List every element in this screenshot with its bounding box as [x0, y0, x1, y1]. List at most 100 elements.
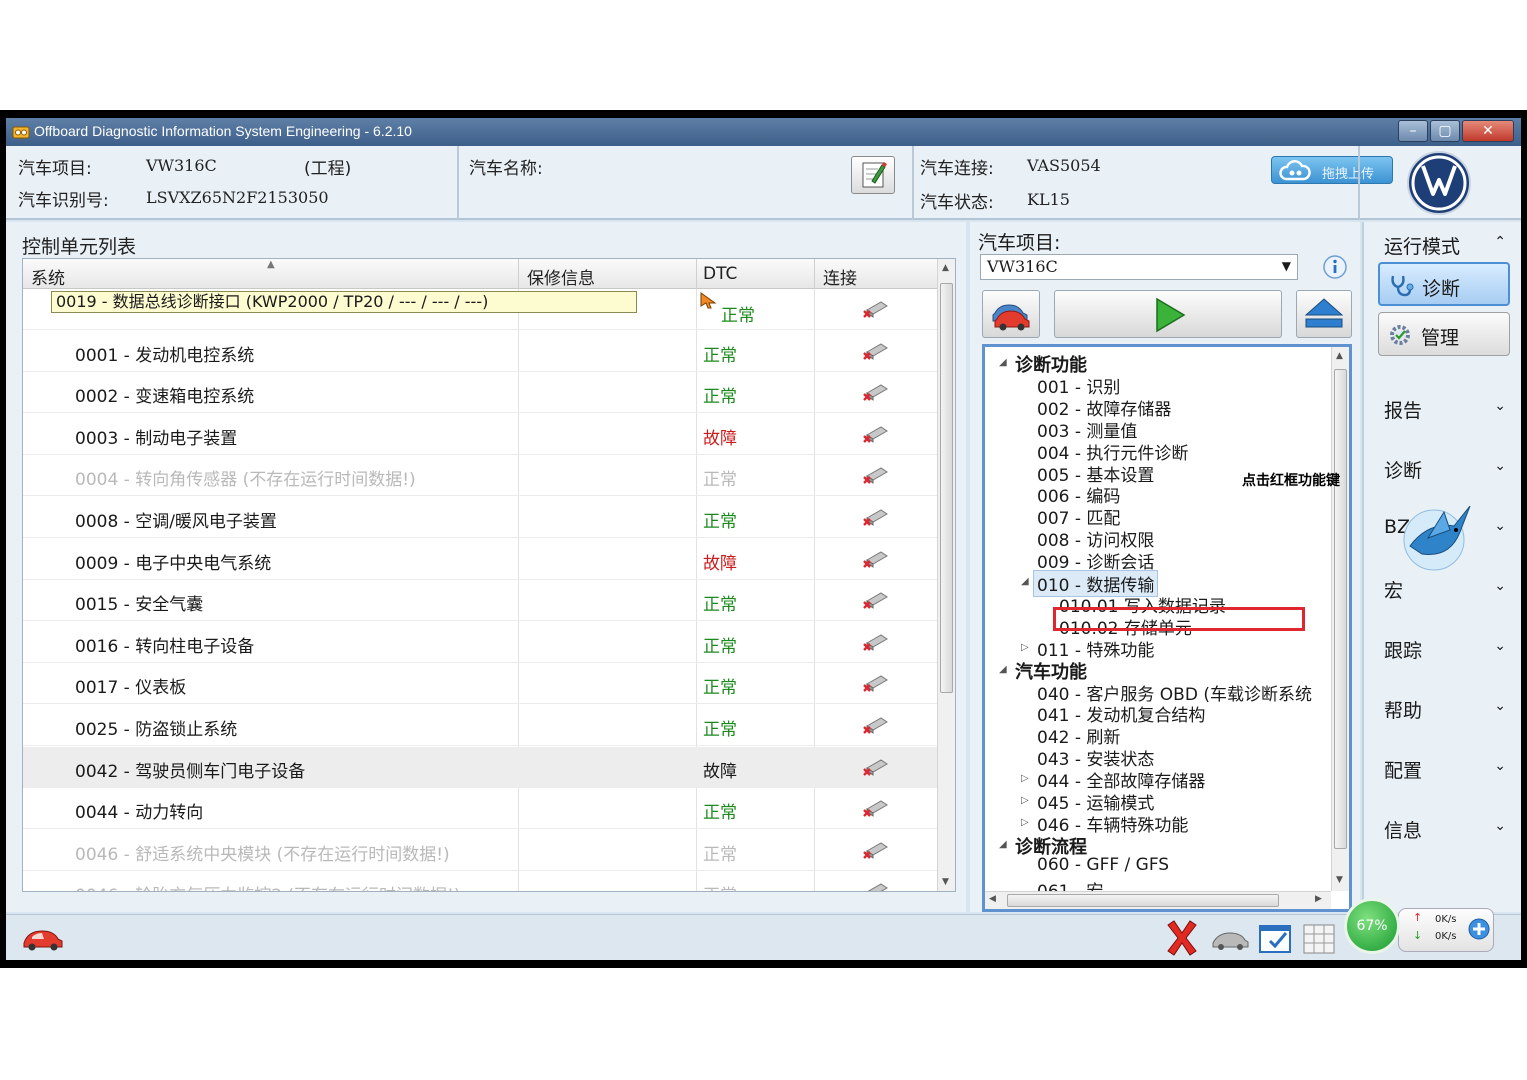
- connection-status-icon[interactable]: [861, 464, 889, 486]
- sidebar-section-label: 报告: [1384, 400, 1423, 422]
- system-name: 0003 - 制动电子装置: [75, 429, 238, 449]
- table-row[interactable]: 0046 - 轮胎充气压力监控2 (不存在运行时间数据!) 正常: [23, 871, 937, 892]
- gear-check-icon: [1390, 325, 1410, 345]
- scroll-down-icon[interactable]: ▼: [1336, 875, 1343, 885]
- system-name: 0046 - 舒适系统中央模块 (不存在运行时间数据!): [75, 845, 450, 865]
- connection-status-icon[interactable]: [861, 298, 889, 320]
- connection-status-icon[interactable]: [861, 423, 889, 445]
- sidebar-section[interactable]: 帮助 ⌄: [1372, 692, 1514, 724]
- chevron-down-icon: ⌄: [1494, 518, 1506, 534]
- connection-status-icon[interactable]: [861, 381, 889, 403]
- scroll-left-icon[interactable]: ◀: [989, 894, 996, 904]
- grid-icon[interactable]: [1302, 923, 1336, 955]
- column-system[interactable]: 系统: [31, 264, 65, 289]
- scrollbar-thumb[interactable]: [940, 283, 953, 693]
- scroll-down-icon[interactable]: ▼: [942, 877, 949, 887]
- connection-status-icon[interactable]: [861, 756, 889, 778]
- highlight-box: [1053, 607, 1305, 631]
- window-check-icon[interactable]: [1258, 923, 1294, 955]
- tree-vertical-scrollbar[interactable]: ▲ ▼: [1331, 347, 1349, 891]
- connection-status-icon[interactable]: [861, 714, 889, 736]
- chevron-up-icon: ⌃: [1494, 234, 1506, 250]
- scrollbar-thumb[interactable]: [1007, 894, 1279, 907]
- close-button[interactable]: ✕: [1462, 120, 1514, 142]
- scroll-up-icon[interactable]: ▲: [942, 263, 949, 273]
- vehicle-icon[interactable]: [20, 923, 64, 953]
- scroll-right-icon[interactable]: ▶: [1315, 894, 1322, 904]
- table-row[interactable]: 0016 - 转向柱电子设备 正常: [23, 622, 937, 663]
- info-icon[interactable]: [1322, 254, 1348, 280]
- expand-arrow-icon[interactable]: ◢: [999, 839, 1007, 850]
- connection-status-icon[interactable]: [861, 506, 889, 528]
- scroll-up-icon[interactable]: ▲: [1336, 351, 1343, 361]
- table-row[interactable]: 0042 - 驾驶员侧车门电子设备 故障: [23, 747, 937, 788]
- run-mode-header[interactable]: 运行模式 ⌃: [1372, 228, 1514, 260]
- vehicle-select-button[interactable]: [982, 290, 1040, 338]
- scrollbar-thumb[interactable]: [1334, 369, 1347, 849]
- chevron-down-icon: ⌄: [1494, 638, 1506, 654]
- table-row[interactable]: 0008 - 空调/暖风电子装置 正常: [23, 497, 937, 538]
- table-row[interactable]: 0025 - 防盗锁止系统 正常: [23, 705, 937, 746]
- eject-button[interactable]: [1296, 290, 1352, 338]
- column-connection[interactable]: 连接: [823, 264, 857, 289]
- instruction-annotation: 点击红框功能键: [1242, 473, 1340, 489]
- connection-status-icon[interactable]: [861, 672, 889, 694]
- connection-status-icon[interactable]: [861, 797, 889, 819]
- sidebar-section[interactable]: 报告 ⌄: [1372, 392, 1514, 424]
- vehicle-project-select[interactable]: VW316C ▼: [980, 254, 1298, 280]
- edit-name-button[interactable]: [851, 156, 895, 194]
- chevron-down-icon: ⌄: [1494, 398, 1506, 414]
- collapse-arrow-icon[interactable]: ▷: [1021, 795, 1029, 806]
- table-row[interactable]: 0046 - 舒适系统中央模块 (不存在运行时间数据!) 正常: [23, 830, 937, 871]
- expand-arrow-icon[interactable]: ◢: [1021, 576, 1029, 587]
- column-warranty[interactable]: 保修信息: [527, 264, 595, 289]
- collapse-arrow-icon[interactable]: ▷: [1021, 642, 1029, 653]
- play-icon: [1156, 297, 1186, 333]
- table-row[interactable]: 0009 - 电子中央电气系统 故障: [23, 539, 937, 580]
- table-vertical-scrollbar[interactable]: ▲ ▼: [937, 259, 955, 891]
- disconnect-x-icon[interactable]: [1164, 919, 1200, 957]
- table-row[interactable]: 0003 - 制动电子装置 故障: [23, 414, 937, 455]
- vin-label: 汽车识别号:: [18, 191, 109, 211]
- diagnose-mode-button[interactable]: 诊断: [1378, 262, 1510, 306]
- table-row[interactable]: 0004 - 转向角传感器 (不存在运行时间数据!) 正常: [23, 455, 937, 496]
- system-name: 0017 - 仪表板: [75, 678, 187, 698]
- expand-arrow-icon[interactable]: ◢: [999, 664, 1007, 675]
- maximize-button[interactable]: ▢: [1430, 120, 1460, 142]
- connection-status-icon[interactable]: [861, 589, 889, 611]
- sidebar-section[interactable]: 跟踪 ⌄: [1372, 632, 1514, 664]
- sidebar-section[interactable]: 配置 ⌄: [1372, 752, 1514, 784]
- tree-item[interactable]: 060 - GFF / GFS: [1037, 855, 1169, 875]
- network-rate-box: ↑ 0K/s ↓ 0K/s: [1398, 908, 1494, 952]
- admin-mode-button[interactable]: 管理: [1378, 312, 1510, 356]
- connection-status-icon[interactable]: [861, 340, 889, 362]
- assistant-bird-icon[interactable]: [1398, 500, 1478, 574]
- connection-label: 汽车连接:: [920, 159, 994, 179]
- sidebar-section[interactable]: 宏 ⌄: [1372, 572, 1514, 604]
- table-row[interactable]: 0015 - 安全气囊 正常: [23, 580, 937, 621]
- table-row[interactable]: 0017 - 仪表板 正常: [23, 663, 937, 704]
- drag-upload-button[interactable]: 拖拽上传: [1271, 156, 1393, 184]
- sidebar-section[interactable]: 诊断 ⌄: [1372, 452, 1514, 484]
- run-mode-label: 运行模式: [1384, 236, 1461, 258]
- car-status-icon[interactable]: [1210, 925, 1250, 953]
- collapse-arrow-icon[interactable]: ▷: [1021, 817, 1029, 828]
- function-tree[interactable]: ◢ 诊断功能 001 - 识别 002 - 故障存储器 003 - 测量值 004 - 执…: [982, 344, 1352, 912]
- table-row[interactable]: 0001 - 发动机电控系统 正常: [23, 331, 937, 372]
- connection-status-icon[interactable]: [861, 631, 889, 653]
- chevron-down-icon: ⌄: [1494, 578, 1506, 594]
- table-row[interactable]: 0044 - 动力转向 正常: [23, 788, 937, 829]
- minimize-button[interactable]: –: [1398, 120, 1428, 142]
- control-unit-table[interactable]: 系统 ▲ 保修信息 DTC 连接 0019 - 数据总线诊断接口 (KWP200…: [22, 258, 956, 892]
- collapse-arrow-icon[interactable]: ▷: [1021, 773, 1029, 784]
- connection-status-icon[interactable]: [861, 880, 889, 892]
- connection-status-icon[interactable]: [861, 839, 889, 861]
- table-row[interactable]: 0002 - 变速箱电控系统 正常: [23, 372, 937, 413]
- column-dtc[interactable]: DTC: [703, 264, 737, 284]
- add-icon[interactable]: [1467, 917, 1491, 941]
- connection-status-icon[interactable]: [861, 548, 889, 570]
- tree-horizontal-scrollbar[interactable]: ◀ ▶: [985, 891, 1331, 909]
- expand-arrow-icon[interactable]: ◢: [999, 357, 1007, 368]
- sidebar-section[interactable]: 信息 ⌄: [1372, 812, 1514, 844]
- start-button[interactable]: [1054, 290, 1282, 338]
